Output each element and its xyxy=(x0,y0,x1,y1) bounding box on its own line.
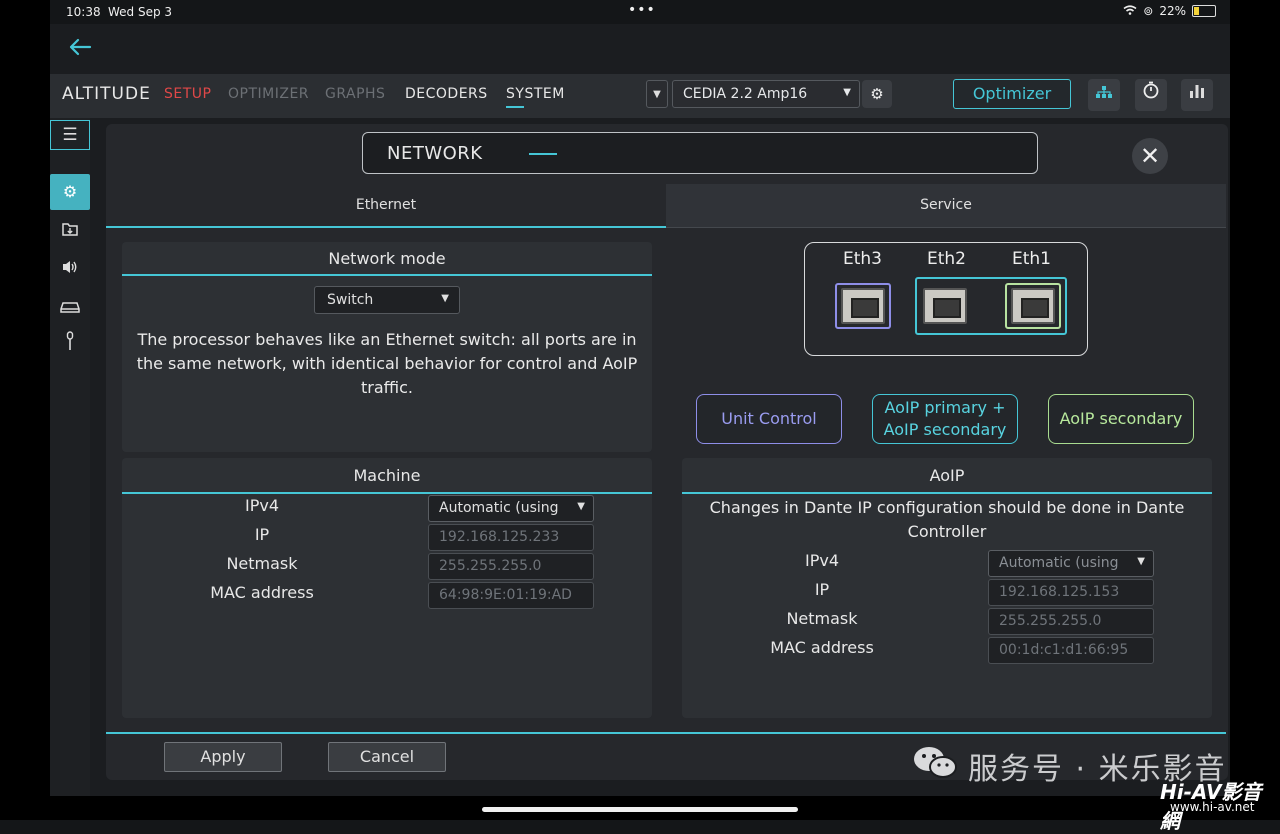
multitasking-dots[interactable]: ••• xyxy=(628,2,656,18)
eth2-eth1-port-group xyxy=(915,277,1067,335)
aoip-ipv4-label: IPv4 xyxy=(804,551,839,570)
dialog-tabs: Ethernet Service xyxy=(106,184,1226,228)
battery-level xyxy=(1194,7,1199,15)
aoip-note: Changes in Dante IP configuration should… xyxy=(709,498,1185,541)
orientation-lock-icon: ⊚ xyxy=(1143,4,1154,18)
preset-menu-button[interactable]: ▼ xyxy=(646,80,668,108)
title-accent xyxy=(529,153,557,155)
network-icon[interactable] xyxy=(1088,79,1120,111)
microphone-icon[interactable] xyxy=(50,328,90,364)
wechat-logo-icon xyxy=(912,744,958,780)
chevron-down-icon: ▼ xyxy=(1137,556,1145,567)
speakers-icon[interactable] xyxy=(50,252,90,288)
aoip-primary-label-line1: AoIP primary + xyxy=(884,398,1006,417)
aoip-ip-field[interactable]: 192.168.125.153 xyxy=(988,579,1154,606)
gear-icon[interactable]: ⚙ xyxy=(862,80,892,108)
chevron-down-icon: ▼ xyxy=(577,501,585,512)
dialog-title-bar: NETWORK xyxy=(362,132,1038,174)
machine-mac-label: MAC address xyxy=(210,583,314,602)
machine-panel: Machine IPv4 IP Netmask MAC address Auto… xyxy=(122,458,652,718)
close-icon[interactable]: ✕ xyxy=(1132,138,1168,174)
machine-ipv4-label: IPv4 xyxy=(244,496,279,515)
tab-optimizer[interactable]: OPTIMIZER xyxy=(228,86,309,102)
machine-ip-label: IP xyxy=(254,525,270,544)
wifi-icon xyxy=(1123,4,1137,18)
timer-icon[interactable] xyxy=(1135,79,1167,111)
right-bezel xyxy=(1230,0,1280,820)
network-mode-value: Switch xyxy=(327,292,374,308)
aoip-ipv4-select[interactable]: Automatic (using ▼ xyxy=(988,550,1154,577)
machine-ipv4-value: Automatic (using xyxy=(439,500,559,516)
network-mode-description: The processor behaves like an Ethernet s… xyxy=(136,330,638,397)
status-bar: 10:38 Wed Sep 3 ••• ⊚ 22% xyxy=(0,0,1280,24)
aoip-ipv4-value: Automatic (using xyxy=(999,555,1119,571)
network-mode-panel: Network mode Switch ▼ The processor beha… xyxy=(122,242,652,452)
footer-divider xyxy=(106,732,1226,734)
preset-select[interactable]: CEDIA 2.2 Amp16 ▼ xyxy=(672,80,860,108)
chevron-down-icon: ▼ xyxy=(441,293,449,304)
aoip-primary-button[interactable]: AoIP primary + AoIP secondary xyxy=(872,394,1018,444)
menu-icon[interactable]: ☰ xyxy=(50,120,90,150)
aoip-secondary-button[interactable]: AoIP secondary xyxy=(1048,394,1194,444)
watermark-url: www.hi-av.net xyxy=(1170,800,1255,814)
aoip-mac-label: MAC address xyxy=(770,638,874,657)
active-tab-indicator xyxy=(506,106,524,108)
eth3-port-group xyxy=(835,283,891,329)
import-icon[interactable] xyxy=(50,214,90,250)
eth1-port-group xyxy=(1005,283,1061,329)
network-mode-header: Network mode xyxy=(122,242,652,276)
port-label-eth1: Eth1 xyxy=(1012,249,1051,269)
apply-button[interactable]: Apply xyxy=(164,742,282,772)
ethernet-port-icon xyxy=(1011,288,1055,324)
chevron-down-icon: ▼ xyxy=(843,87,851,98)
machine-ip-field[interactable]: 192.168.125.233 xyxy=(428,524,594,551)
tab-graphs[interactable]: GRAPHS xyxy=(325,86,385,102)
battery-icon xyxy=(1192,5,1216,17)
tab-decoders[interactable]: DECODERS xyxy=(405,86,488,102)
network-mode-select[interactable]: Switch ▼ xyxy=(314,286,460,314)
port-label-eth3: Eth3 xyxy=(843,249,882,269)
levels-icon[interactable] xyxy=(1181,79,1213,111)
aoip-panel: AoIP Changes in Dante IP configuration s… xyxy=(682,458,1212,718)
device-icon[interactable] xyxy=(50,290,90,326)
port-diagram: Eth3 Eth2 Eth1 xyxy=(804,242,1088,356)
optimizer-button[interactable]: Optimizer xyxy=(953,79,1071,109)
settings-gears-icon[interactable]: ⚙ xyxy=(50,174,90,210)
aoip-ip-label: IP xyxy=(814,580,830,599)
machine-netmask-field[interactable]: 255.255.255.0 xyxy=(428,553,594,580)
port-label-eth2: Eth2 xyxy=(927,249,966,269)
back-arrow-icon[interactable] xyxy=(68,36,92,62)
status-time: 10:38 xyxy=(66,5,101,19)
tab-service[interactable]: Service xyxy=(666,184,1226,228)
ethernet-port-icon xyxy=(841,288,885,324)
tab-ethernet[interactable]: Ethernet xyxy=(106,184,666,228)
dialog-title: NETWORK xyxy=(387,143,483,164)
ethernet-port-icon xyxy=(923,288,967,324)
machine-mac-field[interactable]: 64:98:9E:01:19:AD xyxy=(428,582,594,609)
battery-percent: 22% xyxy=(1159,4,1186,18)
preset-value: CEDIA 2.2 Amp16 xyxy=(683,86,808,102)
aoip-primary-label-line2: AoIP secondary xyxy=(883,420,1007,439)
unit-control-button[interactable]: Unit Control xyxy=(696,394,842,444)
aoip-header: AoIP xyxy=(682,458,1212,494)
machine-netmask-label: Netmask xyxy=(226,554,298,573)
sidebar: ☰ ⚙ xyxy=(50,118,90,796)
aoip-mac-field[interactable]: 00:1d:c1:d1:66:95 xyxy=(988,637,1154,664)
cancel-button[interactable]: Cancel xyxy=(328,742,446,772)
tab-system[interactable]: SYSTEM xyxy=(506,86,565,102)
top-navigation: ALTITUDE SETUP OPTIMIZER GRAPHS DECODERS… xyxy=(50,74,1230,118)
status-date: Wed Sep 3 xyxy=(108,5,173,19)
aoip-netmask-label: Netmask xyxy=(786,609,858,628)
altitude-logo: ALTITUDE xyxy=(62,84,151,104)
network-dialog: NETWORK ✕ Ethernet Service Network mode … xyxy=(106,124,1228,780)
machine-ipv4-select[interactable]: Automatic (using ▼ xyxy=(428,495,594,522)
tab-setup[interactable]: SETUP xyxy=(164,86,211,102)
machine-header: Machine xyxy=(122,458,652,494)
aoip-netmask-field[interactable]: 255.255.255.0 xyxy=(988,608,1154,635)
home-indicator[interactable] xyxy=(482,807,798,812)
status-right: ⊚ 22% xyxy=(1123,4,1216,18)
left-bezel xyxy=(0,0,50,820)
